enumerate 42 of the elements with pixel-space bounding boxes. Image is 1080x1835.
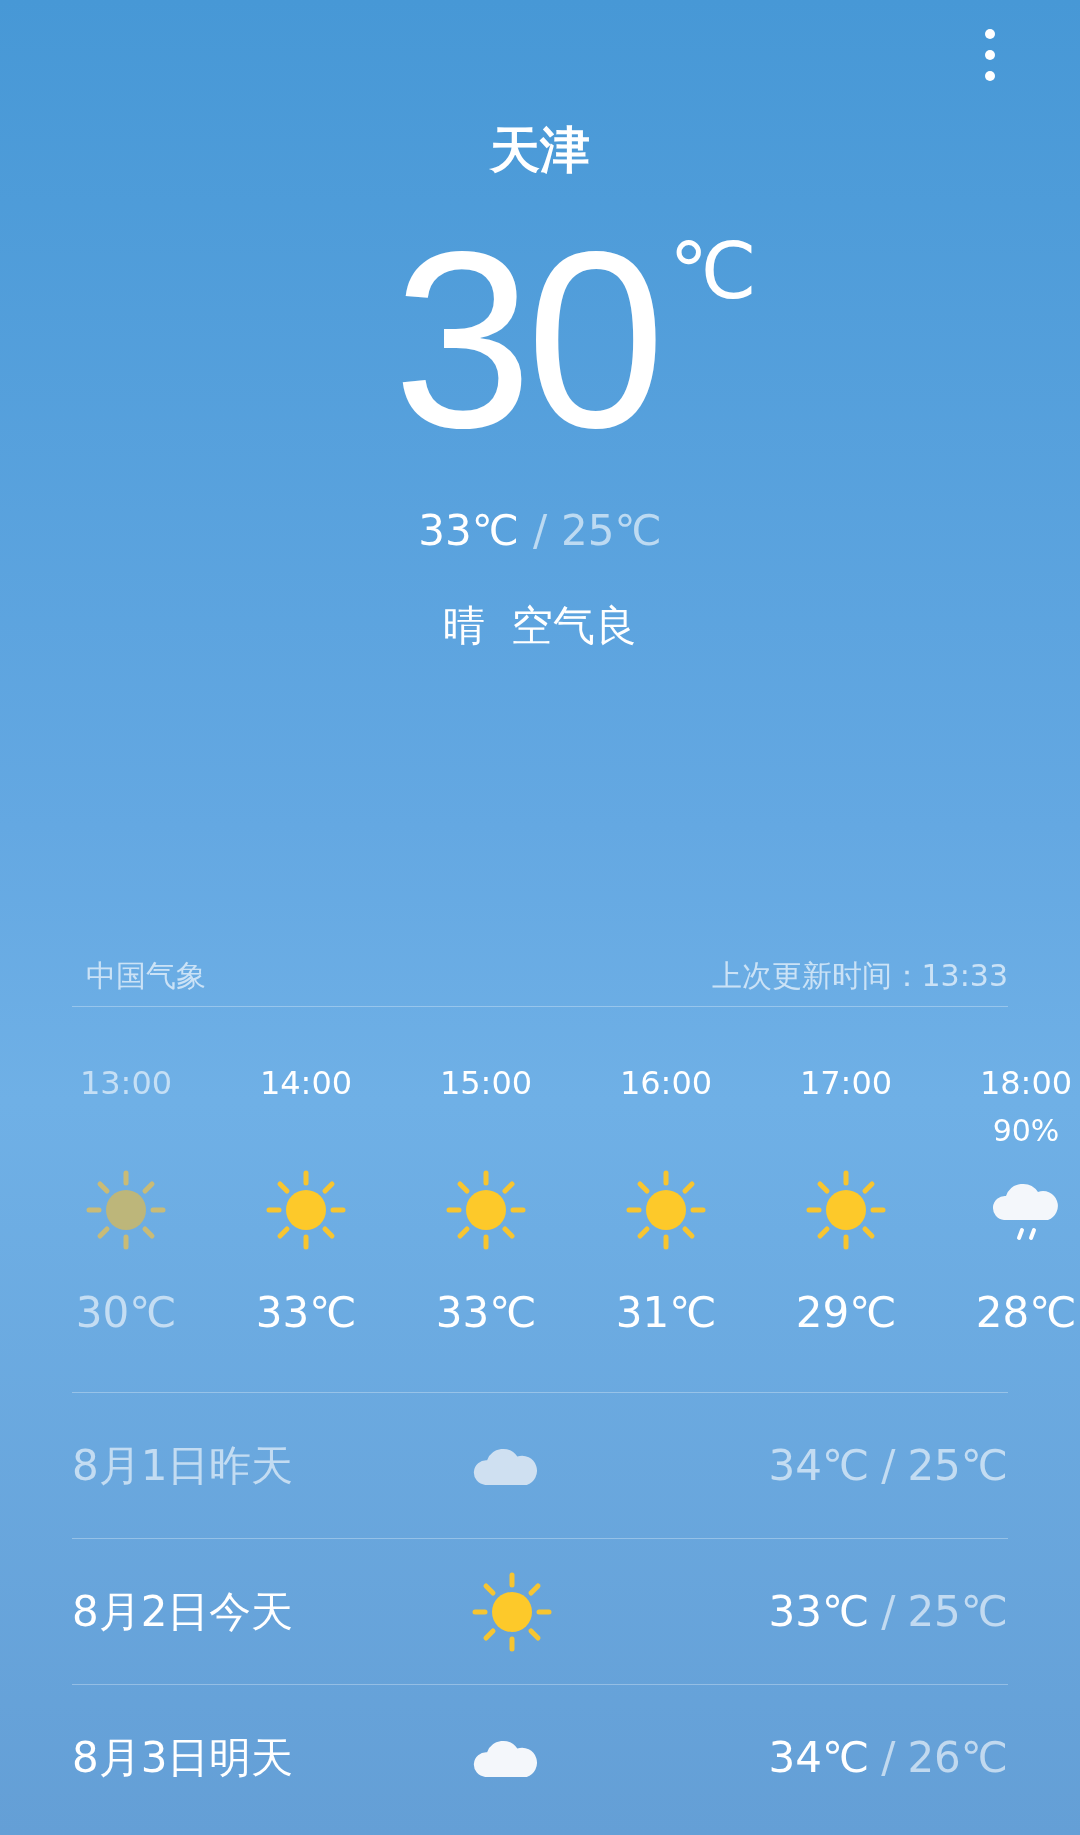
precipitation-chance: 90% — [992, 1113, 1060, 1148]
weather-condition: 晴 — [443, 600, 485, 652]
separator: / — [532, 505, 548, 557]
hour-temperature: 28℃ — [975, 1287, 1077, 1339]
day-low-temperature: 26℃ — [907, 1733, 1008, 1782]
hour-time: 17:00 — [799, 1063, 893, 1104]
day-date: 8月3日明天 — [72, 1731, 295, 1784]
hour-temperature: 29℃ — [795, 1287, 897, 1339]
hour-time: 14:00 — [259, 1063, 353, 1104]
separator: / — [881, 1733, 896, 1782]
day-high-temperature: 34℃ — [768, 1733, 870, 1782]
current-temperature: 30 — [393, 216, 660, 466]
high-temperature: 33℃ — [418, 505, 519, 557]
hour-time: 18:00 — [979, 1063, 1073, 1104]
hour-temperature: 31℃ — [615, 1287, 717, 1339]
air-quality: 空气良 — [511, 600, 637, 652]
last-updated: 上次更新时间：13:33 — [711, 957, 1008, 995]
day-date: 8月2日今天 — [72, 1585, 295, 1638]
separator: / — [881, 1441, 896, 1490]
day-low-temperature: 25℃ — [907, 1587, 1008, 1636]
sun-icon — [806, 1170, 886, 1250]
sun-icon — [472, 1571, 552, 1652]
hour-time: 16:00 — [619, 1063, 713, 1104]
temperature-unit: ℃ — [669, 225, 757, 318]
separator: / — [881, 1587, 896, 1636]
day-low-temperature: 25℃ — [907, 1441, 1008, 1490]
hour-time: 13:00 — [79, 1063, 173, 1104]
day-high-temperature: 33℃ — [768, 1587, 870, 1636]
sun-icon — [626, 1170, 706, 1250]
hour-temperature: 33℃ — [435, 1287, 537, 1339]
hour-temperature: 30℃ — [75, 1287, 177, 1339]
low-temperature: 25℃ — [561, 505, 662, 557]
more-options-icon[interactable] — [984, 28, 996, 82]
sun-icon — [266, 1170, 346, 1250]
data-source: 中国气象 — [86, 957, 206, 995]
day-date: 8月1日昨天 — [72, 1439, 295, 1492]
sun-icon — [446, 1170, 526, 1250]
hour-time: 15:00 — [439, 1063, 533, 1104]
day-high-temperature: 34℃ — [768, 1441, 870, 1490]
hour-temperature: 33℃ — [255, 1287, 357, 1339]
sun-icon — [86, 1170, 166, 1250]
city-name: 天津 — [488, 120, 591, 181]
